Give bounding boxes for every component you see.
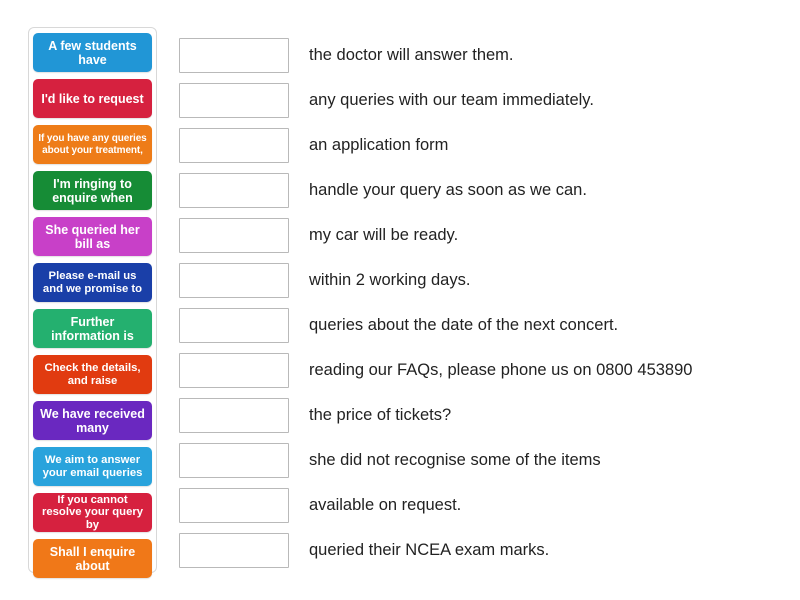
answer-text: my car will be ready. [309,225,459,244]
answer-text: an application form [309,135,449,154]
drop-zone[interactable] [179,533,289,568]
answer-text: reading our FAQs, please phone us on 080… [309,360,693,379]
answer-row: available on request. [179,483,789,528]
drop-zone[interactable] [179,398,289,433]
draggable-tile-label: I'm ringing to enquire when [52,176,133,205]
draggable-tile-label: We have received many [40,406,145,435]
draggable-tile[interactable]: Further information is [33,309,152,348]
tile-panel: A few students have I'd like to request If… [28,27,157,578]
draggable-tile[interactable]: She queried her bill as [33,217,152,256]
drop-zone[interactable] [179,488,289,523]
matchup-activity: A few students have I'd like to request If… [0,0,800,600]
answer-row: any queries with our team immediately. [179,78,789,123]
drop-zone[interactable] [179,83,289,118]
answer-text: the doctor will answer them. [309,45,514,64]
draggable-tile-label: We aim to answer your email queries [42,453,143,479]
answer-text: queries about the date of the next conce… [309,315,619,334]
answer-row: an application form [179,123,789,168]
draggable-tile-label: She queried her bill as [45,222,140,251]
draggable-tile-label: Check the details, and raise [44,361,141,387]
draggable-tile[interactable]: If you have any queries about your treat… [33,125,152,164]
answer-row: queried their NCEA exam marks. [179,528,789,573]
answer-text: handle your query as soon as we can. [309,180,587,199]
answer-text: any queries with our team immediately. [309,90,594,109]
drop-zone[interactable] [179,308,289,343]
answer-row: queries about the date of the next conce… [179,303,789,348]
answer-row: handle your query as soon as we can. [179,168,789,213]
draggable-tile-label: Shall I enquire about [49,544,136,573]
draggable-tile[interactable]: If you cannot resolve your query by [33,493,152,532]
answer-row: the price of tickets? [179,393,789,438]
drop-zone[interactable] [179,173,289,208]
answer-rows: the doctor will answer them. any queries … [179,33,789,573]
draggable-tile[interactable]: We aim to answer your email queries [33,447,152,486]
draggable-tile[interactable]: Please e-mail us and we promise to [33,263,152,302]
draggable-tile[interactable]: We have received many [33,401,152,440]
draggable-tile-label: If you have any queries about your treat… [38,133,147,156]
draggable-tile-label: I'd like to request [41,91,144,106]
drop-zone[interactable] [179,38,289,73]
drop-zone[interactable] [179,443,289,478]
draggable-tile[interactable]: Check the details, and raise [33,355,152,394]
draggable-tile[interactable]: A few students have [33,33,152,72]
answer-text: within 2 working days. [309,270,471,289]
draggable-tile-label: Further information is [51,314,134,343]
draggable-tile-label: Please e-mail us and we promise to [42,269,143,295]
draggable-tile-label: If you cannot resolve your query by [41,493,144,531]
drop-zone[interactable] [179,263,289,298]
answer-row: she did not recognise some of the items [179,438,789,483]
drop-zone[interactable] [179,128,289,163]
draggable-tile[interactable]: I'm ringing to enquire when [33,171,152,210]
draggable-tile[interactable]: Shall I enquire about [33,539,152,578]
answer-text: available on request. [309,495,462,514]
answer-row: my car will be ready. [179,213,789,258]
answer-text: she did not recognise some of the items [309,450,601,469]
draggable-tile[interactable]: I'd like to request [33,79,152,118]
tile-list: A few students have I'd like to request If… [33,33,152,578]
drop-zone[interactable] [179,218,289,253]
answer-row: the doctor will answer them. [179,33,789,78]
drop-zone[interactable] [179,353,289,388]
draggable-tile-label: A few students have [48,38,137,67]
answer-text: the price of tickets? [309,405,452,424]
answer-row: reading our FAQs, please phone us on 080… [179,348,789,393]
answer-row: within 2 working days. [179,258,789,303]
answer-text: queried their NCEA exam marks. [309,540,550,559]
